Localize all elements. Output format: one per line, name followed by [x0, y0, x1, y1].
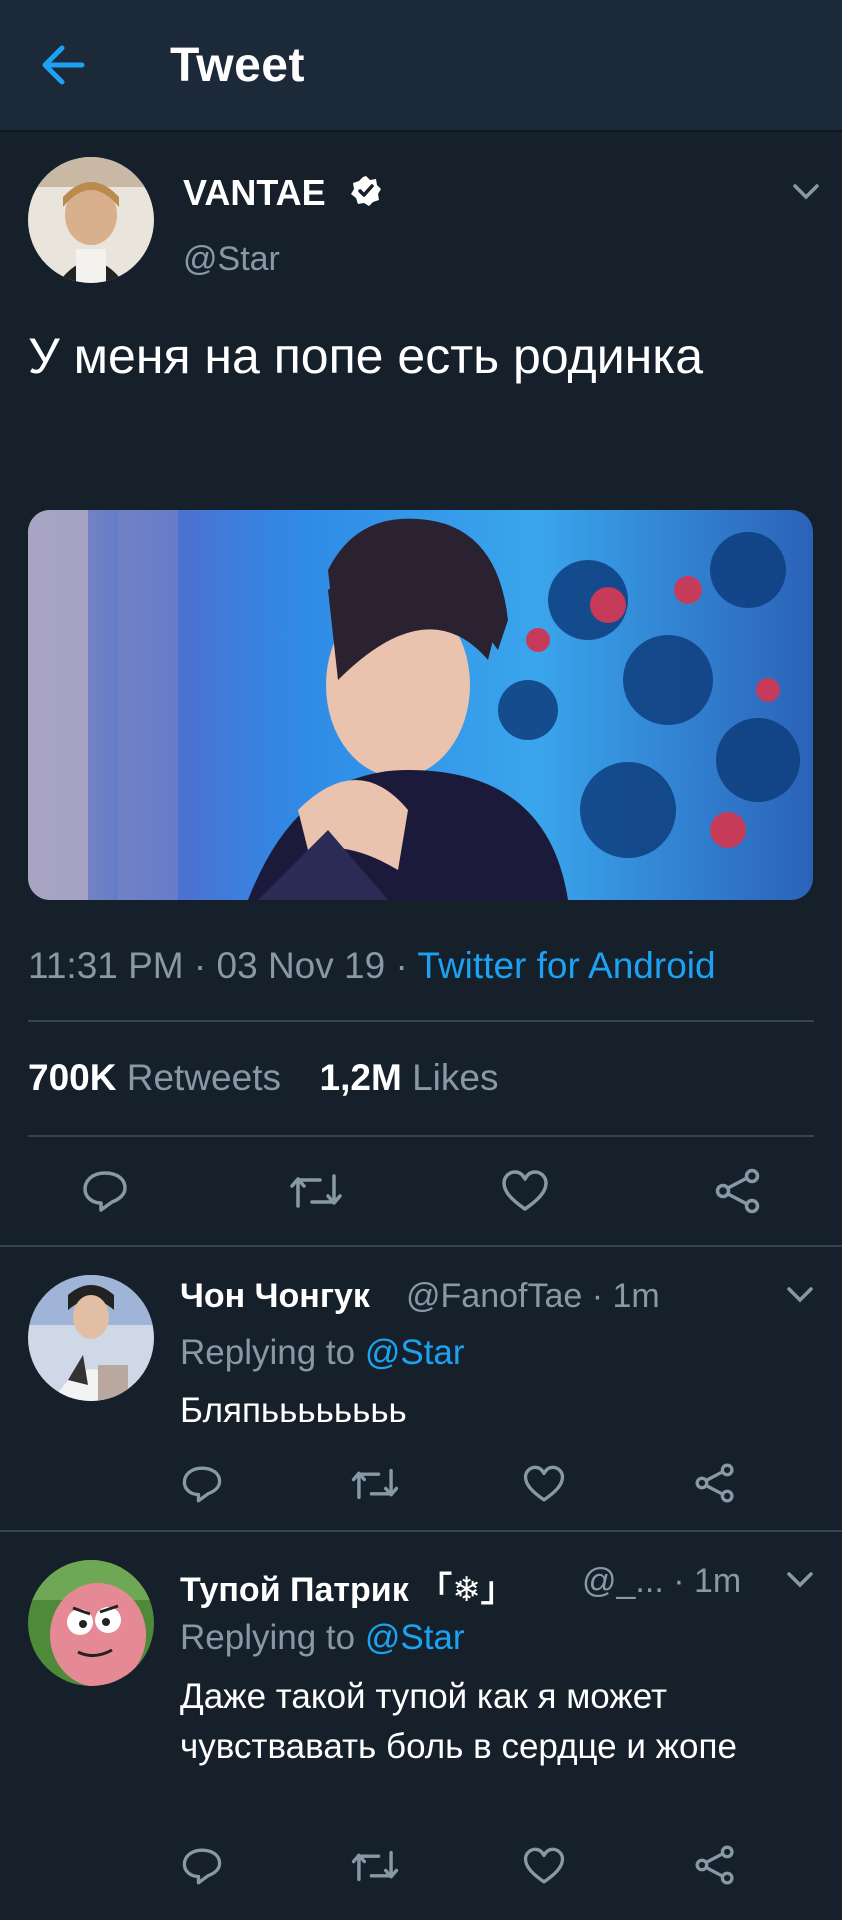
share-icon[interactable] — [694, 1463, 736, 1503]
reply-icon[interactable] — [180, 1845, 224, 1887]
chevron-down-icon[interactable] — [792, 182, 820, 202]
divider — [28, 1020, 814, 1022]
reply-text: Даже такой тупой как я может чувствавать… — [180, 1677, 737, 1766]
likes-label[interactable]: Likes — [412, 1057, 498, 1098]
page-title: Tweet — [170, 39, 305, 92]
retweets-label[interactable]: Retweets — [127, 1057, 281, 1098]
author-name[interactable]: VANTAE — [183, 172, 326, 214]
like-icon[interactable] — [500, 1168, 550, 1214]
chevron-down-icon[interactable] — [786, 1570, 814, 1590]
reply-avatar[interactable] — [28, 1560, 154, 1686]
reply-icon[interactable] — [80, 1168, 130, 1214]
divider — [28, 1135, 814, 1137]
replying-to-mention[interactable]: @Star — [365, 1618, 465, 1657]
divider — [0, 1530, 842, 1532]
retweet-icon[interactable] — [350, 1847, 400, 1885]
replying-to: Replying to @Star — [180, 1618, 465, 1658]
retweets-count[interactable]: 700K — [28, 1057, 116, 1098]
replying-to: Replying to @Star — [180, 1333, 465, 1373]
reply-author-handle[interactable]: @_... · 1m — [582, 1562, 741, 1601]
like-icon[interactable] — [522, 1463, 566, 1505]
divider — [0, 1245, 842, 1247]
tweet-timestamp: 11:31 PM · 03 Nov 19 · Twitter for Andro… — [28, 945, 716, 987]
retweet-icon[interactable] — [350, 1465, 400, 1503]
back-arrow-icon[interactable] — [38, 42, 88, 88]
like-icon[interactable] — [522, 1845, 566, 1887]
author-handle[interactable]: @Star — [183, 240, 280, 279]
top-bar: Tweet — [0, 0, 842, 130]
tweet-source-link[interactable]: Twitter for Android — [417, 945, 715, 986]
reply-author-handle[interactable]: @FanofTae · 1m — [406, 1277, 660, 1316]
replying-to-label: Replying to — [180, 1618, 365, 1657]
chevron-down-icon[interactable] — [786, 1285, 814, 1305]
reply-text: Бляпьььььььь — [180, 1391, 407, 1430]
likes-count[interactable]: 1,2M — [320, 1057, 402, 1098]
author-avatar[interactable] — [28, 157, 154, 283]
tweet-stats: 700K Retweets 1,2M Likes — [28, 1057, 498, 1099]
reply-author-name[interactable]: Тупой Патрик 「❄」 — [180, 1562, 515, 1611]
reply-author-name[interactable]: Чон Чонгук — [180, 1277, 370, 1316]
replying-to-mention[interactable]: @Star — [365, 1333, 465, 1372]
reply-icon[interactable] — [180, 1463, 224, 1505]
tweet-text: У меня на попе есть родинка — [28, 328, 704, 384]
share-icon[interactable] — [714, 1168, 762, 1214]
tweet-media[interactable] — [28, 510, 813, 900]
reply-avatar[interactable] — [28, 1275, 154, 1401]
tweet-time: 11:31 PM · 03 Nov 19 · — [28, 945, 418, 986]
verified-badge-icon — [350, 175, 382, 207]
retweet-icon[interactable] — [288, 1170, 344, 1212]
share-icon[interactable] — [694, 1845, 736, 1885]
replying-to-label: Replying to — [180, 1333, 365, 1372]
